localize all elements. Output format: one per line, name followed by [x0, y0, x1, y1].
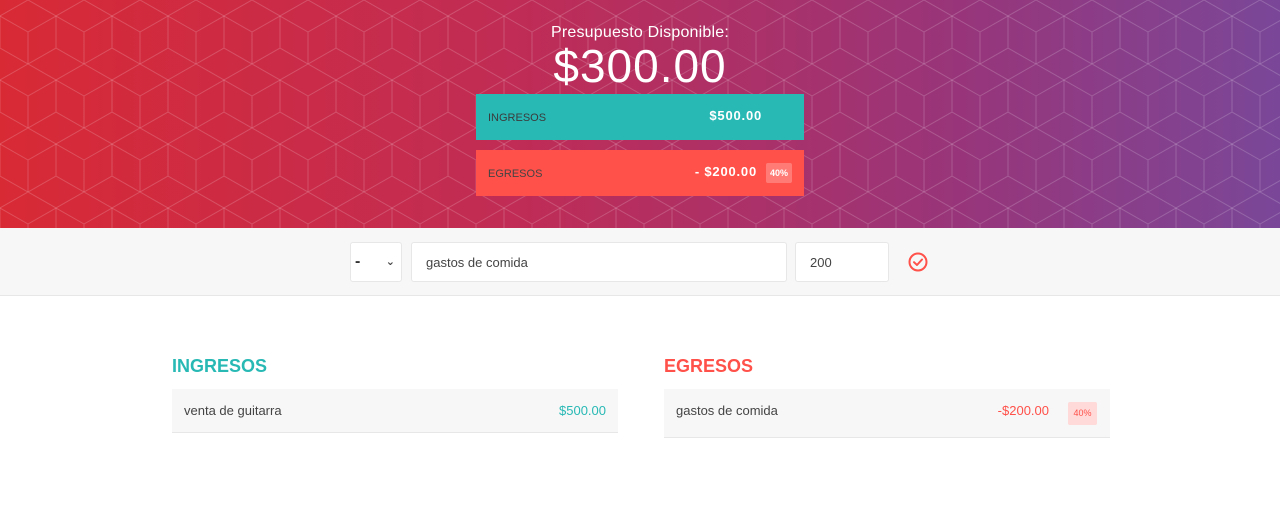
description-input[interactable]: [411, 242, 787, 282]
chevron-down-icon: ⌄: [385, 256, 395, 268]
income-summary-label: INGRESOS: [488, 112, 547, 124]
expense-list-title: EGRESOS: [664, 356, 754, 376]
amount-input[interactable]: [795, 242, 889, 282]
expense-summary-percent: 40%: [765, 163, 792, 183]
type-select-value: -: [355, 253, 361, 270]
expense-item-value: -$200.00: [997, 403, 1049, 418]
expense-summary-value: - $200.00: [694, 163, 757, 179]
expense-summary: EGRESOS - $200.00 40%: [476, 150, 804, 196]
income-list: INGRESOS venta de guitarra $500.00: [172, 356, 618, 433]
budget-summary: Presupuesto Disponible: $300.00: [0, 24, 1280, 89]
expense-list: EGRESOS gastos de comida -$200.00 40%: [664, 356, 1110, 438]
check-circle-icon[interactable]: [906, 250, 930, 274]
expense-item-description: gastos de comida: [676, 403, 778, 418]
add-entry-bar: - ⌄: [0, 228, 1280, 296]
type-select[interactable]: - ⌄: [350, 242, 402, 282]
budget-value: $300.00: [553, 40, 727, 92]
budget-header: Presupuesto Disponible: $300.00 INGRESOS…: [0, 0, 1280, 228]
income-summary-value: $500.00: [709, 107, 762, 123]
list-item[interactable]: venta de guitarra $500.00: [172, 389, 618, 433]
income-item-value: $500.00: [559, 403, 606, 418]
list-item[interactable]: gastos de comida -$200.00 40%: [664, 389, 1110, 438]
income-list-title: INGRESOS: [172, 356, 268, 376]
expense-summary-label: EGRESOS: [488, 168, 543, 180]
expense-item-percent: 40%: [1068, 402, 1097, 425]
income-item-description: venta de guitarra: [184, 403, 282, 418]
income-summary: INGRESOS $500.00: [476, 94, 804, 140]
